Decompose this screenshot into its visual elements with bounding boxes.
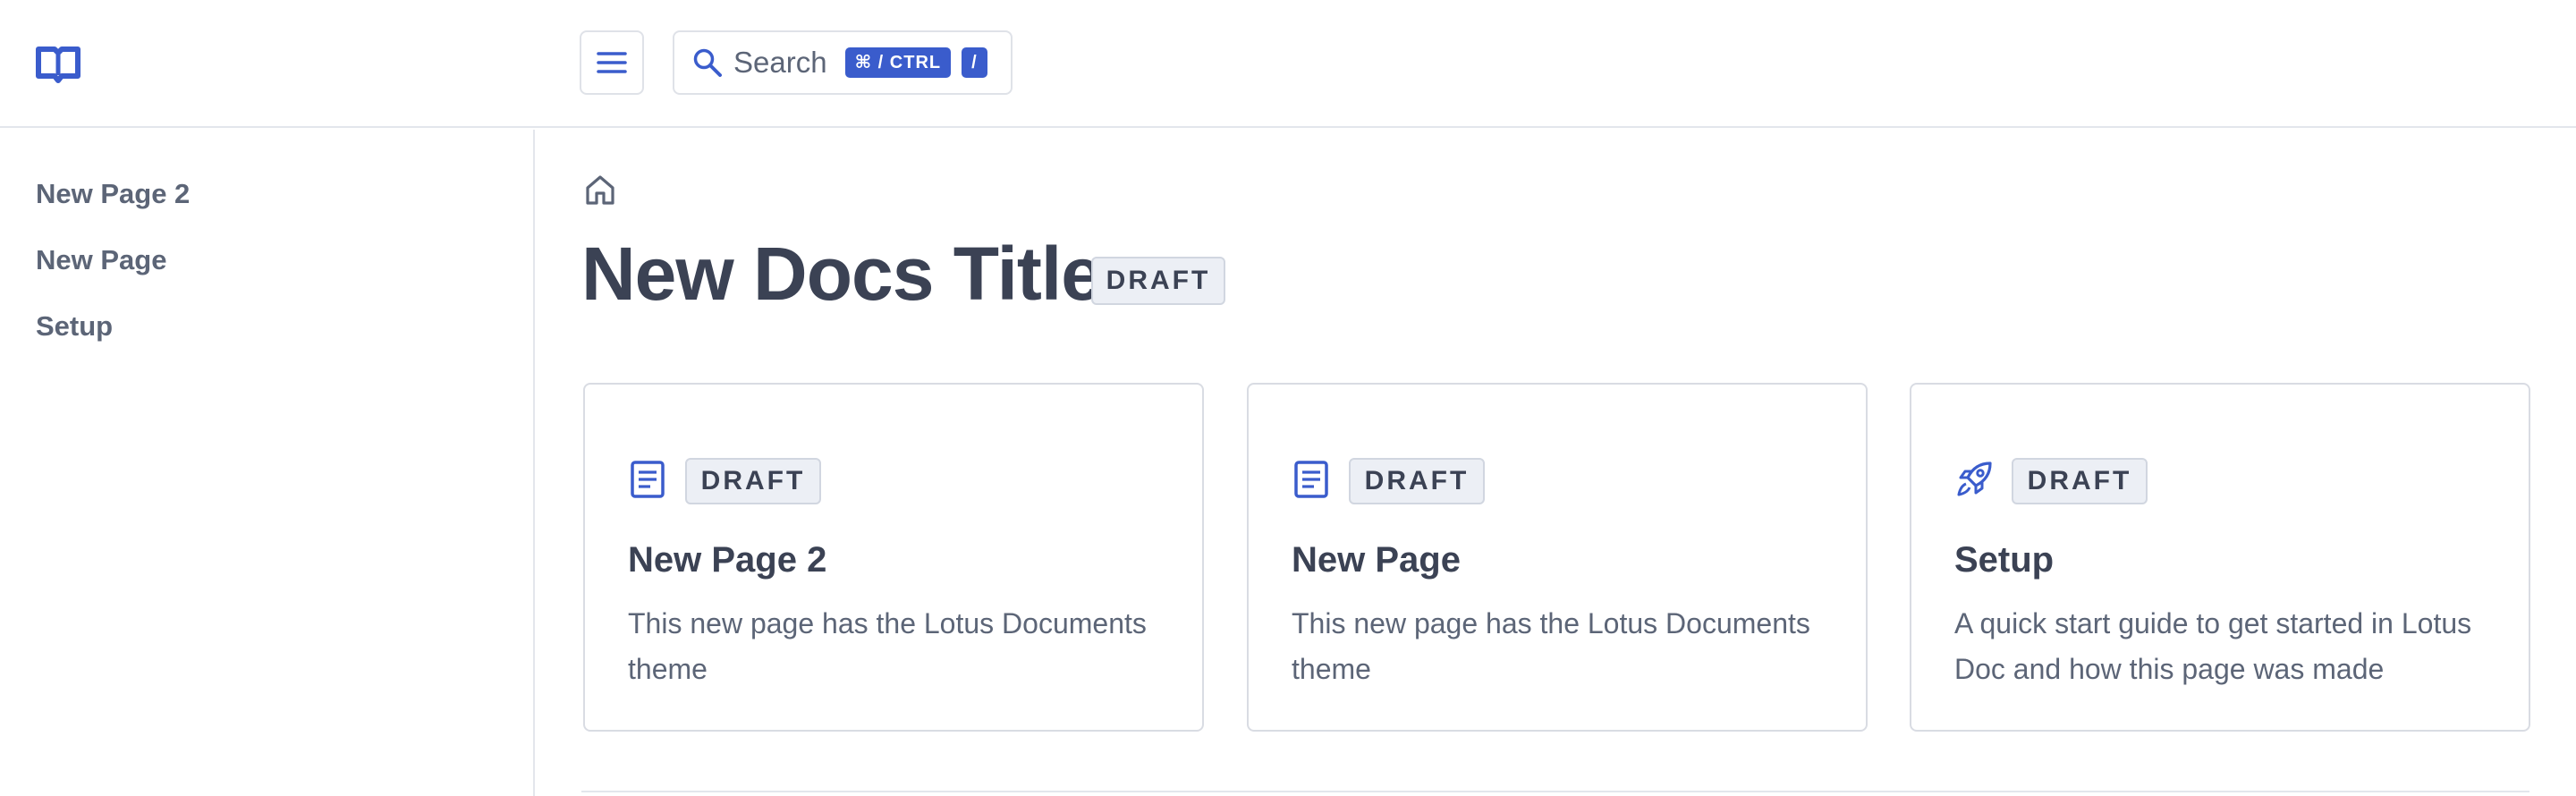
sidebar-item-setup[interactable]: Setup <box>36 310 113 343</box>
hamburger-menu-icon <box>597 52 627 73</box>
menu-button[interactable] <box>580 30 644 95</box>
page-title: New Docs Title <box>581 232 1103 316</box>
draft-badge: DRAFT <box>1349 458 1485 504</box>
card-description: A quick start guide to get started in Lo… <box>1954 607 2472 685</box>
document-icon <box>1294 461 1328 498</box>
draft-badge: DRAFT <box>2012 458 2148 504</box>
card-new-page[interactable]: DRAFT New Page This new page has the Lot… <box>1247 383 1868 732</box>
top-bar: Search ⌘ / CTRL / <box>0 0 2576 128</box>
open-book-icon[interactable] <box>36 43 80 84</box>
search-button[interactable]: Search ⌘ / CTRL / <box>673 30 1013 95</box>
divider <box>581 791 2529 792</box>
shortcut-modifier-badge: ⌘ / CTRL <box>844 47 952 78</box>
card-description: This new page has the Lotus Documents th… <box>1292 607 1810 685</box>
draft-badge: DRAFT <box>1091 257 1225 305</box>
home-icon[interactable] <box>583 173 617 207</box>
search-label: Search <box>733 46 827 79</box>
document-icon <box>631 461 665 498</box>
search-icon <box>693 48 722 77</box>
shortcut-key-badge: / <box>962 47 987 78</box>
card-new-page-2[interactable]: DRAFT New Page 2 This new page has the L… <box>583 383 1204 732</box>
draft-badge: DRAFT <box>685 458 821 504</box>
sidebar: New Page 2 New Page Setup <box>0 130 535 796</box>
card-title: Setup <box>1954 540 2055 580</box>
rocket-icon <box>1957 462 1992 496</box>
sidebar-item-new-page-2[interactable]: New Page 2 <box>36 178 190 210</box>
card-description: This new page has the Lotus Documents th… <box>628 607 1147 685</box>
card-setup[interactable]: DRAFT Setup A quick start guide to get s… <box>1910 383 2530 732</box>
card-title: New Page 2 <box>628 540 827 580</box>
sidebar-item-new-page[interactable]: New Page <box>36 244 166 276</box>
card-title: New Page <box>1292 540 1461 580</box>
